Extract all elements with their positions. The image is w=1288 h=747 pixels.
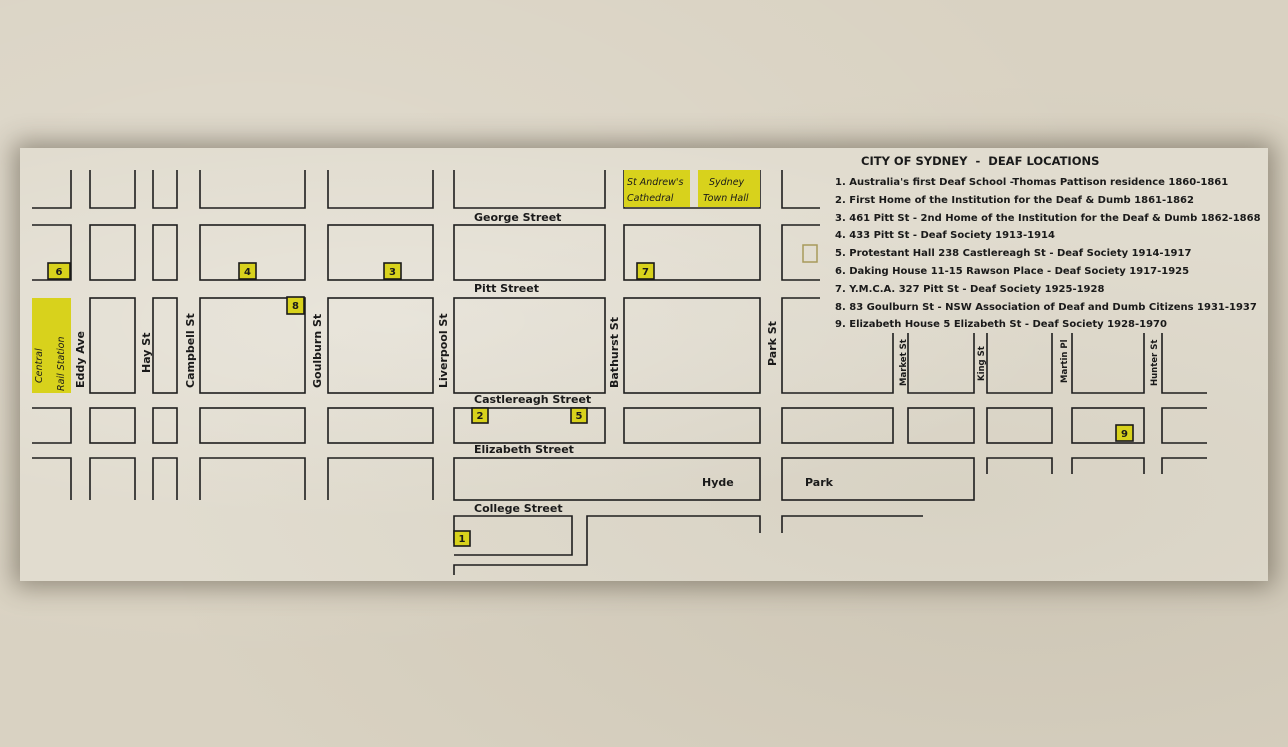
legend-item-1: 1. Australia's first Deaf School -Thomas… (835, 177, 1229, 188)
street-label-elizabeth: Elizabeth Street (474, 443, 574, 456)
street-label-goulburn: Goulburn St (311, 314, 324, 388)
legend-item-4: 4. 433 Pitt St - Deaf Society 1913-1914 (835, 230, 1055, 242)
marker-3[interactable]: 3 (383, 262, 402, 280)
street-label-george: George Street (474, 211, 561, 224)
legend-item-2: 2. First Home of the Institution for the… (835, 194, 1194, 206)
street-label-king: King St (977, 346, 987, 381)
block-row-e (32, 457, 1207, 501)
landmark-label: Sydney (709, 177, 745, 188)
map-title: CITY OF SYDNEY - DEAF LOCATIONS (861, 154, 1100, 168)
map-panel: St Andrew's Cathedral Sydney Town Hall C… (20, 148, 1268, 581)
street-label-hay: Hay St (140, 333, 153, 373)
landmark-label: Rail Station (56, 337, 67, 392)
street-label-park: Park St (766, 321, 779, 366)
marker-number: 4 (244, 267, 251, 278)
marker-5[interactable]: 5 (570, 407, 588, 424)
marker-6[interactable]: 6 (47, 262, 71, 280)
street-label-market: Market St (899, 339, 909, 386)
legend-item-6: 6. Daking House 11-15 Rawson Place - Dea… (835, 265, 1190, 277)
block-row-d (32, 407, 1207, 444)
street-label-eddy: Eddy Ave (74, 331, 87, 388)
street-label-bathurst: Bathurst St (608, 317, 621, 388)
marker-number: 8 (292, 301, 299, 312)
street-label-castlereagh: Castlereagh Street (474, 393, 591, 406)
landmark-label: Cathedral (627, 193, 674, 204)
marker-number: 9 (1121, 429, 1128, 440)
landmark-label: St Andrew's (627, 177, 683, 188)
marker-number: 3 (389, 267, 396, 278)
street-label-liverpool: Liverpool St (437, 313, 450, 388)
street-label-college: College Street (474, 502, 563, 515)
marker-number: 5 (576, 411, 583, 422)
landmark-label: Central (34, 348, 45, 383)
marker-number: 6 (56, 267, 63, 278)
legend-item-5: 5. Protestant Hall 238 Castlereagh St - … (835, 248, 1192, 260)
legend-item-7: 7. Y.M.C.A. 327 Pitt St - Deaf Society 1… (835, 283, 1105, 295)
marker-number: 1 (459, 534, 466, 545)
marker-4[interactable]: 4 (238, 262, 257, 280)
marker-8[interactable]: 8 (286, 296, 305, 315)
street-label-campbell: Campbell St (184, 313, 197, 388)
block-row-f (453, 515, 923, 575)
block-row-b (32, 224, 820, 281)
street-label-martin: Martin Pl (1060, 339, 1070, 383)
legend-item-3: 3. 461 Pitt St - 2nd Home of the Institu… (835, 212, 1261, 224)
marker-1[interactable]: 1 (453, 530, 471, 547)
marker-number: 2 (477, 411, 484, 422)
street-label-hunter: Hunter St (1150, 340, 1160, 386)
hyde-park-label: Park (805, 476, 834, 489)
street-label-pitt: Pitt Street (474, 282, 539, 295)
marker-2[interactable]: 2 (471, 407, 489, 424)
marker-9[interactable]: 9 (1115, 424, 1134, 442)
map-outline-icon (802, 244, 818, 263)
legend-item-9: 9. Elizabeth House 5 Elizabeth St - Deaf… (835, 319, 1167, 331)
hyde-park-label: Hyde (702, 476, 734, 489)
map-legend: CITY OF SYDNEY - DEAF LOCATIONS 1. Austr… (835, 154, 1265, 334)
marker-7[interactable]: 7 (636, 262, 655, 280)
legend-item-8: 8. 83 Goulburn St - NSW Association of D… (835, 301, 1257, 313)
landmark-label: Town Hall (703, 193, 749, 204)
marker-number: 7 (642, 267, 649, 278)
